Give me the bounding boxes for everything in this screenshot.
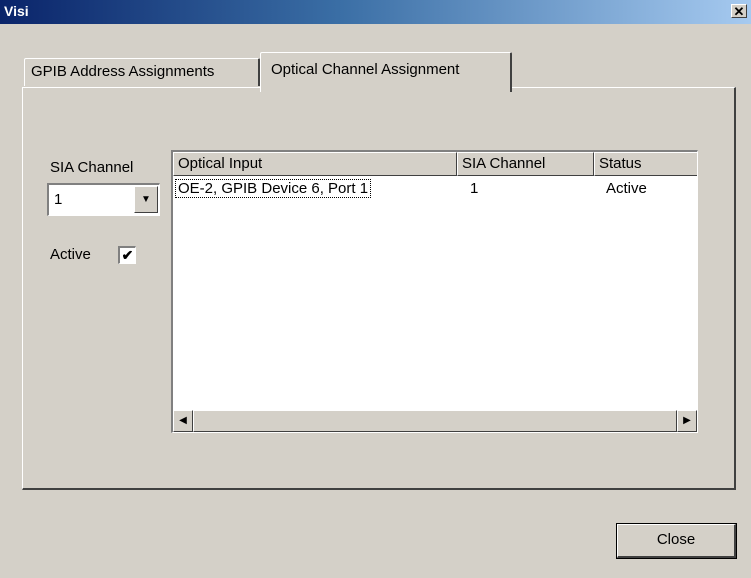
- tab-label: Optical Channel Assignment: [271, 61, 460, 78]
- column-header-sia-channel[interactable]: SIA Channel: [457, 152, 594, 176]
- tab-label: GPIB Address Assignments: [31, 63, 215, 80]
- column-header-optical-input[interactable]: Optical Input: [173, 152, 457, 176]
- close-window-button[interactable]: ✕: [731, 4, 747, 18]
- scroll-right-button[interactable]: ▶: [677, 410, 697, 432]
- column-header-status[interactable]: Status: [594, 152, 697, 176]
- sia-channel-label: SIA Channel: [50, 159, 134, 176]
- arrow-right-icon: ▶: [683, 415, 691, 426]
- arrow-left-icon: ◀: [179, 415, 187, 426]
- close-button[interactable]: Close: [616, 523, 737, 559]
- scroll-left-button[interactable]: ◀: [173, 410, 193, 432]
- scrollbar-thumb[interactable]: [193, 410, 677, 432]
- active-label: Active: [50, 246, 91, 263]
- close-icon: ✕: [733, 4, 745, 19]
- dropdown-button[interactable]: ▼: [134, 186, 158, 213]
- tab-optical-channel-assignment[interactable]: Optical Channel Assignment: [260, 52, 512, 92]
- window-title: Visi: [4, 3, 29, 19]
- optical-channel-list[interactable]: Optical Input SIA Channel Status OE-2, G…: [171, 150, 698, 433]
- tab-gpib-address-assignments[interactable]: GPIB Address Assignments: [24, 58, 260, 86]
- cell-status: Active: [606, 180, 647, 197]
- cell-sia-channel: 1: [470, 180, 479, 197]
- cell-optical-input: OE-2, GPIB Device 6, Port 1: [175, 179, 372, 198]
- sia-channel-dropdown[interactable]: 1 ▼: [47, 183, 160, 216]
- chevron-down-icon: ▼: [141, 194, 151, 205]
- checkmark-icon: ✔: [121, 247, 134, 263]
- sia-channel-value: 1: [54, 191, 63, 208]
- title-bar: Visi ✕: [0, 0, 751, 24]
- horizontal-scrollbar[interactable]: ◀ ▶: [173, 410, 697, 432]
- active-checkbox[interactable]: ✔: [118, 246, 136, 264]
